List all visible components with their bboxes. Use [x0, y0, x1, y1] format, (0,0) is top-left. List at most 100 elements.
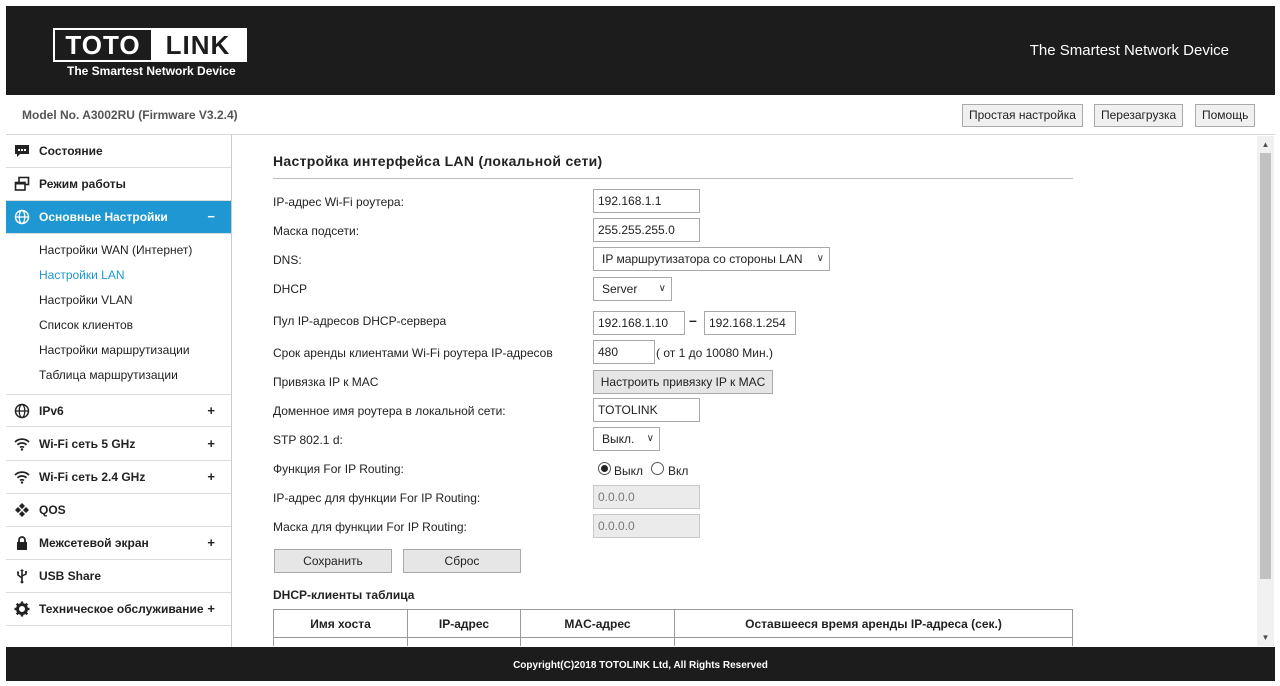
expand-toggle[interactable]: +	[207, 527, 215, 559]
gear-icon	[14, 601, 30, 617]
wifi-icon	[14, 436, 30, 452]
ip-routing-address-label: IP-адрес для функции For IP Routing:	[273, 491, 481, 505]
sidebar-item-label: QOS	[39, 503, 66, 517]
subnet-mask-input[interactable]: 255.255.255.0	[593, 218, 700, 242]
column-header-mac: MAC-адрес	[520, 609, 675, 638]
dhcp-select[interactable]: Server ∨	[593, 277, 672, 301]
windows-icon	[14, 176, 30, 192]
sidebar-subitem-lan[interactable]: Настройки LAN	[39, 263, 125, 288]
sidebar-item-label: Wi-Fi сеть 2.4 GHz	[39, 470, 146, 484]
sidebar-item-label: Основные Настройки	[39, 210, 168, 224]
domain-name-input[interactable]: TOTOLINK	[593, 398, 700, 422]
logo-tagline: The Smartest Network Device	[67, 64, 236, 78]
ip-routing-label: Функция For IP Routing:	[273, 462, 404, 476]
sidebar-item-label: Wi-Fi сеть 5 GHz	[39, 437, 136, 451]
ip-routing-mask-label: Маска для функции For IP Routing:	[273, 520, 467, 534]
globe-icon	[14, 403, 30, 419]
quick-setup-button[interactable]: Простая настройка	[962, 104, 1083, 127]
expand-toggle[interactable]: +	[207, 428, 215, 460]
scroll-up-arrow-icon[interactable]: ▲	[1257, 136, 1274, 153]
header-slogan: The Smartest Network Device	[1029, 42, 1229, 59]
content-scrollbar[interactable]: ▲ ▼	[1257, 136, 1274, 646]
globe-icon	[14, 209, 30, 225]
range-dash: –	[689, 312, 697, 328]
chat-bubble-icon	[14, 143, 30, 159]
page-title: Настройка интерфейса LAN (локальной сети…	[273, 153, 603, 169]
sidebar-subitem-vlan[interactable]: Настройки VLAN	[39, 288, 133, 313]
sidebar-item-label: Состояние	[39, 144, 103, 158]
ip-mac-binding-label: Привязка IP к MAC	[273, 375, 379, 389]
sidebar-item-label: USB Share	[39, 569, 102, 583]
ip-address-label: IP-адрес Wi-Fi роутера:	[273, 195, 404, 209]
ip-routing-on-radio[interactable]	[651, 462, 664, 475]
help-button[interactable]: Помощь	[1195, 104, 1256, 127]
dhcp-pool-label: Пул IP-адресов DHCP-сервера	[273, 314, 447, 328]
reboot-button[interactable]: Перезагрузка	[1094, 104, 1184, 127]
router-admin-frame: TOTO LINK The Smartest Network Device Th…	[6, 6, 1275, 681]
ip-address-input[interactable]: 192.168.1.1	[593, 189, 700, 213]
column-header-ip: IP-адрес	[407, 609, 521, 638]
model-number: Model No. A3002RU (Firmware V3.2.4)	[22, 108, 238, 122]
logo-text-toto: TOTO	[65, 30, 141, 60]
table-row	[273, 637, 1073, 646]
expand-toggle[interactable]: +	[207, 395, 215, 427]
dns-selected-value: IP маршрутизатора со стороны LAN	[602, 252, 803, 266]
dhcp-pool-start-input[interactable]: 192.168.1.10	[593, 311, 685, 335]
sidebar-item-ipv6[interactable]: IPv6 +	[6, 394, 231, 427]
header: TOTO LINK The Smartest Network Device Th…	[6, 6, 1275, 95]
main-content: Настройка интерфейса LAN (локальной сети…	[233, 136, 1257, 646]
ip-routing-mask-input: 0.0.0.0	[593, 514, 700, 538]
scroll-down-arrow-icon[interactable]: ▼	[1257, 629, 1274, 646]
stp-select[interactable]: Выкл. ∨	[593, 427, 660, 451]
column-header-hostname: Имя хоста	[273, 609, 408, 638]
dhcp-clients-table: Имя хоста IP-адрес MAC-адрес Оставшееся …	[273, 609, 1073, 646]
sidebar: Состояние Режим работы Основные Настройк…	[6, 135, 232, 647]
dns-select[interactable]: IP маршрутизатора со стороны LAN ∨	[593, 247, 830, 271]
dhcp-clients-title: DHCP-клиенты таблица	[273, 588, 415, 602]
collapse-toggle[interactable]: −	[207, 201, 215, 233]
sidebar-item-status[interactable]: Состояние	[6, 135, 231, 168]
sidebar-item-label: IPv6	[39, 404, 64, 418]
scroll-thumb[interactable]	[1260, 153, 1271, 579]
sidebar-subitem-wan[interactable]: Настройки WAN (Интернет)	[39, 238, 192, 263]
copyright-text: Copyright(C)2018 TOTOLINK Ltd, All Right…	[513, 660, 768, 671]
dhcp-selected-value: Server	[602, 282, 638, 296]
sidebar-item-firewall[interactable]: Межсетевой экран +	[6, 527, 231, 560]
sidebar-subitem-routing-table[interactable]: Таблица маршрутизации	[39, 363, 178, 388]
sidebar-item-usb-share[interactable]: USB Share	[6, 560, 231, 593]
footer: Copyright(C)2018 TOTOLINK Ltd, All Right…	[6, 647, 1275, 681]
title-divider	[273, 178, 1073, 179]
sidebar-item-maintenance[interactable]: Техническое обслуживание +	[6, 593, 231, 626]
sidebar-subitem-clients[interactable]: Список клиентов	[39, 313, 133, 338]
usb-icon	[14, 568, 30, 584]
sidebar-item-work-mode[interactable]: Режим работы	[6, 168, 231, 201]
model-bar: Model No. A3002RU (Firmware V3.2.4) Прос…	[6, 95, 1275, 135]
ip-routing-address-input: 0.0.0.0	[593, 485, 700, 509]
sidebar-item-qos[interactable]: QOS	[6, 494, 231, 527]
totolink-logo: TOTO LINK	[53, 28, 247, 62]
chevron-down-icon: ∨	[658, 283, 666, 294]
save-button[interactable]: Сохранить	[274, 549, 392, 573]
chevron-down-icon: ∨	[816, 253, 824, 264]
column-header-lease-remaining: Оставшееся время аренды IP-адреса (сек.)	[674, 609, 1073, 638]
ip-routing-off-radio[interactable]	[598, 462, 611, 475]
sidebar-item-label: Техническое обслуживание	[39, 602, 204, 616]
sidebar-subitem-routing-settings[interactable]: Настройки маршрутизации	[39, 338, 190, 363]
ip-mac-binding-button[interactable]: Настроить привязку IP к MAC	[593, 370, 773, 394]
lease-time-input[interactable]: 480	[593, 340, 655, 364]
domain-name-label: Доменное имя роутера в локальной сети:	[273, 404, 506, 418]
reset-button[interactable]: Сброс	[403, 549, 521, 573]
sidebar-item-wifi-5ghz[interactable]: Wi-Fi сеть 5 GHz +	[6, 428, 231, 461]
sidebar-item-wifi-24ghz[interactable]: Wi-Fi сеть 2.4 GHz +	[6, 461, 231, 494]
dhcp-pool-end-input[interactable]: 192.168.1.254	[704, 311, 796, 335]
logo-text-link: LINK	[151, 30, 245, 60]
lease-time-label: Срок аренды клиентами Wi-Fi роутера IP-а…	[273, 346, 553, 360]
dhcp-label: DHCP	[273, 282, 308, 296]
ip-routing-on-label: Вкл	[668, 464, 689, 478]
expand-toggle[interactable]: +	[207, 461, 215, 493]
lease-time-hint: ( от 1 до 10080 Мин.)	[656, 346, 773, 360]
sidebar-item-basic-settings[interactable]: Основные Настройки −	[6, 201, 231, 234]
subnet-mask-label: Маска подсети:	[273, 224, 360, 238]
expand-toggle[interactable]: +	[207, 593, 215, 625]
chevron-down-icon: ∨	[646, 433, 654, 444]
